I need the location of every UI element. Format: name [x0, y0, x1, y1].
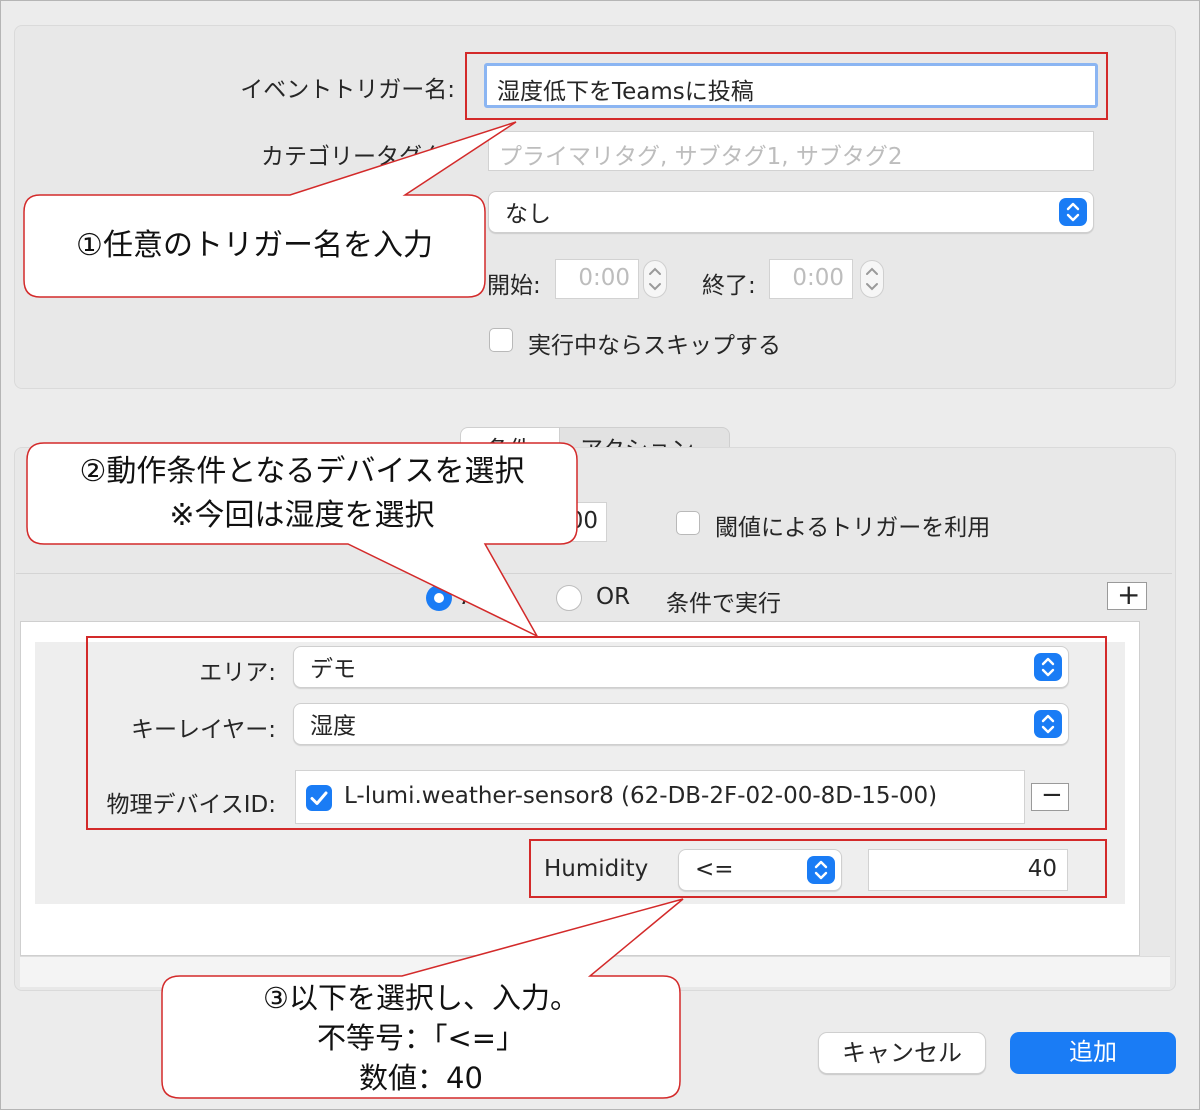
or-radio[interactable]	[556, 585, 582, 611]
device-id-value: L-lumi.weather-sensor8 (62-DB-2F-02-00-8…	[344, 783, 938, 809]
event-name-value: 湿度低下をTeamsに投稿	[497, 79, 754, 105]
callout-1-text: ①任意のトリガー名を入力	[24, 224, 485, 268]
key-layer-label: キーレイヤー:	[130, 717, 276, 743]
category-tag-placeholder: プライマリタグ, サブタグ1, サブタグ2	[499, 144, 903, 170]
start-time-input[interactable]: 0:00	[555, 259, 639, 299]
remove-device-button[interactable]: −	[1031, 780, 1069, 811]
add-condition-button[interactable]: +	[1107, 578, 1147, 611]
device-list: L-lumi.weather-sensor8 (62-DB-2F-02-00-8…	[295, 770, 1025, 824]
start-time-stepper[interactable]	[643, 260, 667, 298]
conditions-separator	[16, 573, 1172, 574]
event-name-label: イベントトリガー名:	[240, 77, 455, 103]
end-time-value: 0:00	[792, 265, 844, 291]
add-button[interactable]: 追加	[1010, 1032, 1176, 1074]
start-time-value: 0:00	[578, 265, 630, 291]
and-radio-label: AND	[462, 584, 513, 610]
minus-icon: −	[1041, 780, 1063, 810]
skip-if-running-checkbox[interactable]	[489, 328, 513, 352]
device-id-label: 物理デバイスID:	[106, 792, 276, 818]
callout-2-line-1: ②動作条件となるデバイスを選択	[79, 454, 525, 489]
callout-3-line-2: 不等号：「<=」	[316, 1021, 526, 1055]
callout-3-line-1: ③以下を選択し、入力。	[263, 981, 579, 1015]
chevron-updown-icon	[1059, 198, 1087, 226]
device-checkbox[interactable]	[306, 785, 332, 811]
checkmark-icon	[310, 791, 328, 805]
event-name-input[interactable]: 湿度低下をTeamsに投稿	[484, 63, 1098, 108]
chevron-updown-icon	[807, 856, 835, 884]
threshold-trigger-label: 閾値によるトリガーを利用	[715, 515, 991, 541]
start-time-label: 開始:	[487, 273, 541, 299]
add-button-label: 追加	[1069, 1038, 1117, 1066]
callout-3-line-3: 数値：40	[359, 1061, 483, 1095]
or-radio-label: OR	[596, 584, 631, 610]
callout-2-text: ②動作条件となるデバイスを選択 ※今回は湿度を選択	[27, 450, 577, 538]
key-layer-select[interactable]: 湿度	[293, 703, 1069, 745]
and-radio[interactable]	[426, 585, 452, 611]
area-label: エリア:	[199, 660, 276, 686]
callout-2-line-2: ※今回は湿度を選択	[169, 498, 435, 533]
humidity-label: Humidity	[544, 856, 649, 882]
end-time-stepper[interactable]	[860, 260, 884, 298]
end-time-label: 終了:	[702, 273, 756, 299]
threshold-trigger-checkbox[interactable]	[676, 511, 700, 535]
category-tag-label: カテゴリータグタ	[261, 144, 445, 170]
cancel-button[interactable]: キャンセル	[818, 1032, 986, 1074]
threshold-value-input[interactable]: 40	[868, 849, 1068, 891]
schedule-select-value: なし	[505, 201, 551, 228]
chevron-updown-icon	[1034, 710, 1062, 738]
callout-3-text: ③以下を選択し、入力。 不等号：「<=」 数値：40	[162, 978, 680, 1098]
cancel-button-label: キャンセル	[842, 1039, 962, 1067]
threshold-value: 40	[1027, 856, 1057, 882]
operator-select-value: <=	[695, 856, 734, 883]
schedule-select[interactable]: なし	[488, 191, 1094, 233]
operator-select[interactable]: <=	[678, 849, 842, 891]
callout-1-line: ①任意のトリガー名を入力	[76, 228, 433, 263]
key-layer-select-value: 湿度	[310, 713, 356, 740]
run-condition-label: 条件で実行	[666, 591, 781, 617]
end-time-input[interactable]: 0:00	[769, 259, 853, 299]
area-select-value: デモ	[310, 656, 356, 683]
plus-icon: +	[1117, 578, 1141, 611]
chevron-updown-icon	[1034, 653, 1062, 681]
area-select[interactable]: デモ	[293, 646, 1069, 688]
category-tag-input[interactable]: プライマリタグ, サブタグ1, サブタグ2	[488, 131, 1094, 171]
skip-if-running-label: 実行中ならスキップする	[528, 333, 781, 359]
